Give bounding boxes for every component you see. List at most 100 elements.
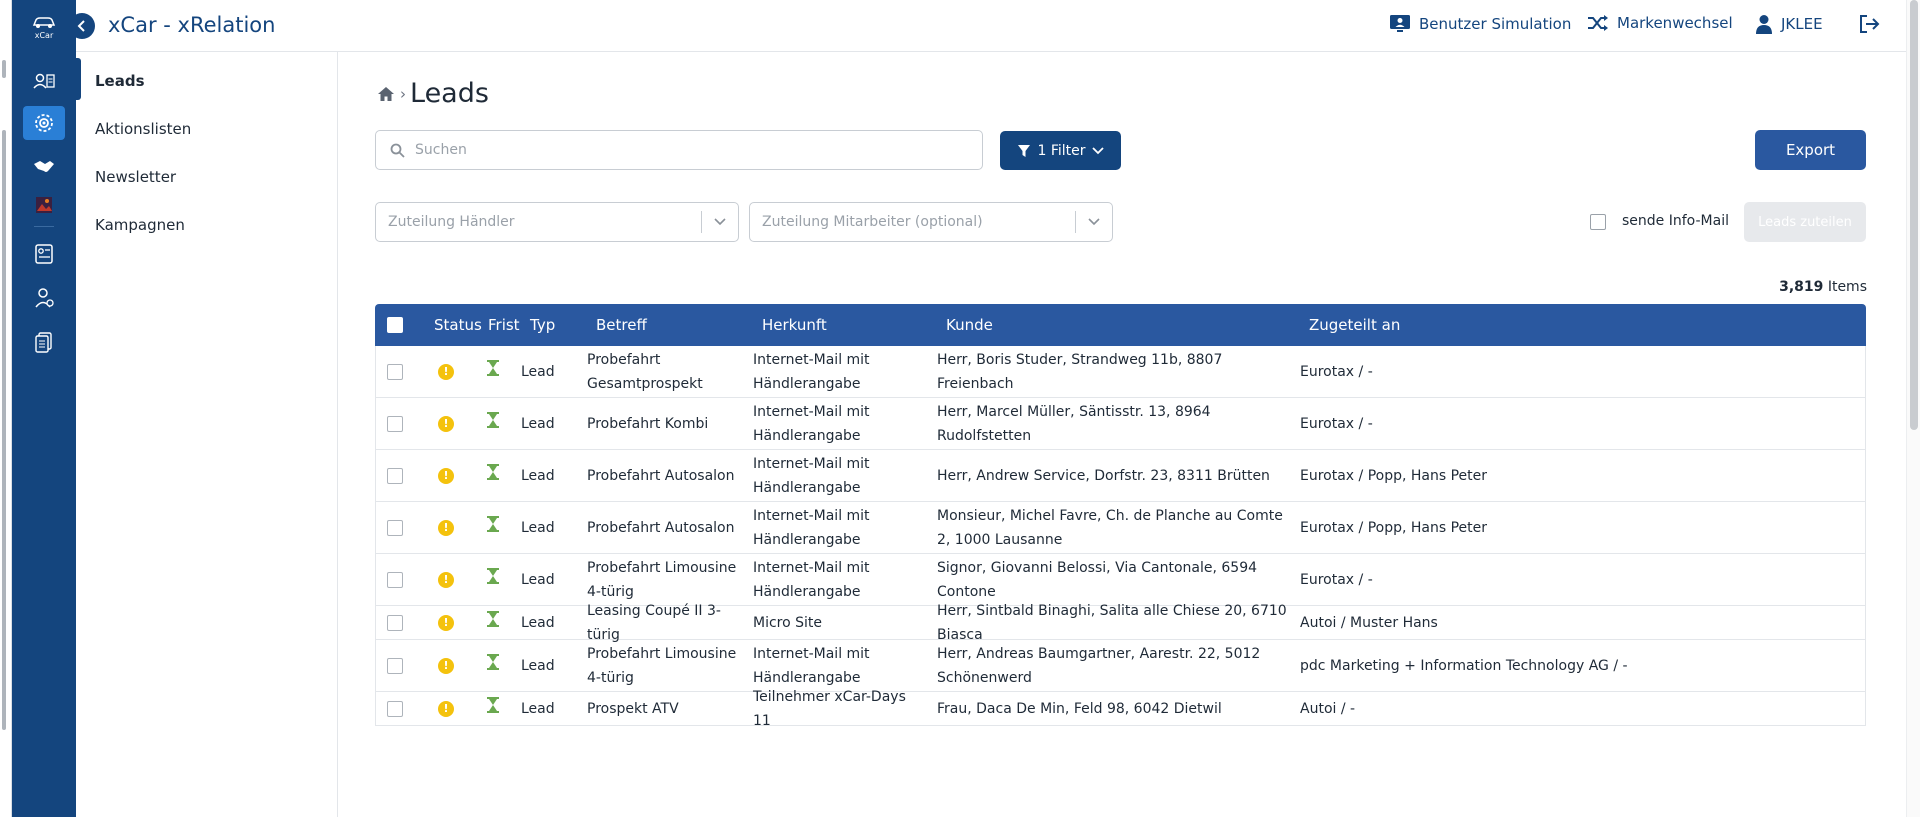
table-row[interactable]: ! Lead Probefahrt Limousine 4-türig Interne…	[375, 640, 1866, 692]
cell-herkunft: Teilnehmer xCar-Days 11	[753, 688, 906, 729]
assign-leads-button[interactable]: Leads zuteilen	[1744, 202, 1866, 242]
export-button[interactable]: Export	[1755, 130, 1866, 170]
cell-zugeteilt: pdc Marketing + Information Technology A…	[1300, 657, 1628, 674]
cell-zugeteilt: Eurotax / -	[1300, 415, 1373, 432]
column-header-betreff[interactable]: Betreff	[596, 316, 647, 334]
hourglass-icon	[487, 463, 499, 488]
target-gear-icon	[35, 114, 53, 132]
column-header-zugeteilt[interactable]: Zugeteilt an	[1309, 316, 1400, 334]
table-row[interactable]: ! Lead Prospekt ATV Teilnehmer xCar-Days 11…	[375, 689, 1866, 729]
user-simulation-button[interactable]: Benutzer Simulation	[1389, 14, 1571, 34]
select-all-checkbox[interactable]	[387, 317, 403, 333]
funnel-icon	[1018, 144, 1031, 157]
cell-zugeteilt: Eurotax / Popp, Hans Peter	[1300, 467, 1488, 484]
row-checkbox[interactable]	[387, 700, 403, 717]
home-icon[interactable]	[376, 85, 396, 103]
logout-button[interactable]	[1858, 14, 1888, 34]
hourglass-icon	[487, 653, 499, 678]
cell-typ: Lead	[521, 571, 555, 588]
edge-scrollbar[interactable]	[2, 130, 6, 730]
logout-icon	[1860, 15, 1880, 33]
subnav-item-aktionslisten[interactable]: Aktionslisten	[95, 120, 191, 138]
subnav-item-kampagnen[interactable]: Kampagnen	[95, 216, 185, 234]
active-nav-marker	[76, 58, 81, 100]
search-icon	[390, 143, 405, 158]
monitor-user-icon	[1390, 15, 1410, 32]
search-box[interactable]	[375, 130, 983, 170]
username: JKLEE	[1781, 15, 1823, 33]
row-checkbox[interactable]	[387, 519, 403, 536]
chevron-left-icon	[77, 20, 85, 32]
cell-betreff: Probefahrt Autosalon	[587, 467, 735, 484]
employee-select-toggle[interactable]	[1076, 218, 1112, 226]
rail-user-settings[interactable]	[23, 281, 65, 315]
cell-typ: Lead	[521, 700, 555, 717]
row-checkbox[interactable]	[387, 614, 403, 631]
column-header-typ[interactable]: Typ	[530, 316, 555, 334]
handshake-icon	[34, 161, 54, 172]
cell-herkunft: Internet-Mail mit Händlerangabe	[753, 455, 870, 496]
cell-typ: Lead	[521, 614, 555, 631]
dealer-assignment-select[interactable]: Zuteilung Händler	[375, 202, 739, 242]
top-header: xCar - xRelation Benutzer Simulation Mar…	[76, 0, 1920, 52]
cell-typ: Lead	[521, 467, 555, 484]
column-header-status[interactable]: Status	[434, 316, 482, 334]
user-menu[interactable]: JKLEE	[1755, 14, 1823, 34]
row-checkbox[interactable]	[387, 363, 403, 380]
table-row[interactable]: ! Lead Probefahrt Autosalon Internet-Mail m…	[375, 502, 1866, 554]
table-row[interactable]: ! Lead Probefahrt Kombi Internet-Mail mit H…	[375, 398, 1866, 450]
info-mail-checkbox[interactable]	[1590, 214, 1606, 230]
rail-reports[interactable]	[23, 237, 65, 271]
scrollbar-thumb[interactable]	[1910, 0, 1918, 430]
column-header-herkunft[interactable]: Herkunft	[762, 316, 827, 334]
column-header-frist[interactable]: Frist	[488, 316, 520, 334]
breadcrumb: › Leads	[376, 78, 489, 109]
cell-kunde: Herr, Andrew Service, Dorfstr. 23, 8311 …	[937, 467, 1270, 484]
row-checkbox[interactable]	[387, 571, 403, 588]
app-logo[interactable]: xCar	[27, 10, 61, 44]
hourglass-icon	[487, 359, 499, 384]
filter-button[interactable]: 1 Filter	[1000, 131, 1121, 170]
row-checkbox[interactable]	[387, 467, 403, 484]
cell-zugeteilt: Eurotax / Popp, Hans Peter	[1300, 519, 1488, 536]
hourglass-icon	[487, 610, 499, 635]
status-warning-icon: !	[438, 467, 454, 484]
main-content: › Leads 1 Filter Export Zuteilung Händle…	[338, 52, 1920, 817]
report-icon	[35, 244, 53, 264]
chevron-down-icon	[714, 218, 726, 226]
cell-herkunft: Internet-Mail mit Händlerangabe	[753, 559, 870, 600]
column-header-kunde[interactable]: Kunde	[946, 316, 993, 334]
cell-betreff: Probefahrt Limousine 4-türig	[587, 559, 737, 600]
cell-kunde: Signor, Giovanni Belossi, Via Cantonale,…	[937, 559, 1258, 600]
user-simulation-label: Benutzer Simulation	[1419, 15, 1572, 33]
table-row[interactable]: ! Lead Probefahrt Autosalon Internet-Mail m…	[375, 450, 1866, 502]
leads-table: Status Frist Typ Betreff Herkunft Kunde …	[375, 304, 1866, 729]
cell-betreff: Probefahrt Limousine 4-türig	[587, 645, 737, 686]
cell-kunde: Herr, Marcel Müller, Säntisstr. 13, 8964…	[937, 403, 1211, 444]
edge-marker	[2, 60, 6, 78]
dealer-select-toggle[interactable]	[702, 218, 738, 226]
row-checkbox[interactable]	[387, 657, 403, 674]
hourglass-icon	[487, 515, 499, 540]
shuffle-icon	[1588, 15, 1608, 31]
table-row[interactable]: ! Lead Probefahrt Gesamtprospekt Internet-M…	[375, 346, 1866, 398]
collapse-sidebar-button[interactable]	[69, 13, 95, 39]
brand-switch-button[interactable]: Markenwechsel	[1587, 14, 1733, 32]
rail-media[interactable]	[23, 188, 65, 222]
rail-contacts[interactable]	[23, 64, 65, 98]
status-warning-icon: !	[438, 700, 454, 717]
cell-zugeteilt: Eurotax / -	[1300, 363, 1373, 380]
rail-deals[interactable]	[23, 150, 65, 184]
table-row[interactable]: ! Lead Leasing Coupé II 3-türig Micro Site H…	[375, 603, 1866, 643]
status-warning-icon: !	[438, 657, 454, 674]
app-title: xCar - xRelation	[108, 13, 276, 37]
subnav-item-leads[interactable]: Leads	[95, 72, 145, 90]
rail-leads[interactable]	[23, 106, 65, 140]
search-input[interactable]	[415, 142, 955, 158]
rail-documents[interactable]	[23, 325, 65, 359]
page-scrollbar[interactable]	[1906, 0, 1920, 817]
row-checkbox[interactable]	[387, 415, 403, 432]
icon-rail: xCar	[12, 0, 76, 817]
subnav-item-newsletter[interactable]: Newsletter	[95, 168, 176, 186]
employee-assignment-select[interactable]: Zuteilung Mitarbeiter (optional)	[749, 202, 1113, 242]
